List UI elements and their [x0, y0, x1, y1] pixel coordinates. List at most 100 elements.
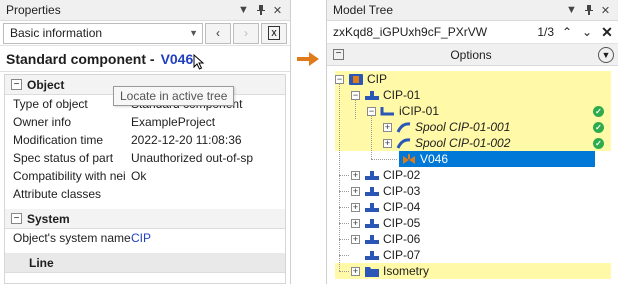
- tree-search-bar: zxKqd8_iGPUxh9cF_PXrVW 1/3 ⌃ ⌄ ✕: [327, 21, 618, 44]
- property-row[interactable]: Spec status of part Unauthorized out-of-…: [5, 149, 285, 167]
- pin-icon[interactable]: [580, 2, 597, 19]
- tree-node-label: CIP: [367, 72, 388, 86]
- options-bar[interactable]: − Options ▼: [327, 44, 618, 66]
- tree-node-spool-002[interactable]: + Spool CIP-01-002: [383, 135, 510, 151]
- tree-node-label: Spool CIP-01-001: [415, 120, 511, 134]
- system-link[interactable]: CIP: [131, 231, 285, 245]
- chevron-right-icon: ›: [244, 26, 248, 40]
- property-key: Attribute classes: [13, 187, 102, 201]
- property-value: Unauthorized out-of-sp: [131, 151, 254, 165]
- property-row[interactable]: Modification time 2022-12-20 11:08:36: [5, 131, 285, 149]
- tree-node-label: CIP-01: [383, 88, 421, 102]
- search-input[interactable]: zxKqd8_iGPUxh9cF_PXrVW: [333, 25, 531, 39]
- info-selector-value: Basic information: [10, 26, 103, 40]
- close-icon[interactable]: ✕: [597, 2, 614, 19]
- tree-node-cip-07[interactable]: CIP-07: [364, 247, 420, 263]
- collapse-icon[interactable]: −: [335, 74, 344, 84]
- property-key: Modification time: [13, 133, 104, 147]
- tree-node-label: Spool CIP-01-002: [415, 136, 511, 150]
- tree-node-cip-04[interactable]: + CIP-04: [351, 199, 420, 215]
- property-key: Object's system name: [13, 231, 131, 245]
- collapse-icon[interactable]: −: [367, 106, 376, 116]
- mouse-cursor-icon: [193, 54, 205, 70]
- tree-node-label: CIP-07: [383, 248, 421, 262]
- pin-icon[interactable]: [252, 2, 269, 19]
- options-label: Options: [450, 47, 492, 62]
- tree-node-spool-001[interactable]: + Spool CIP-01-001: [383, 119, 510, 135]
- property-row[interactable]: Compatibility with nei Ok: [5, 167, 285, 185]
- info-selector[interactable]: Basic information ▼: [3, 22, 203, 44]
- property-value: Ok: [131, 169, 147, 183]
- tree-node-cip-02[interactable]: + CIP-02: [351, 167, 420, 183]
- tree-node-label: CIP-04: [383, 200, 421, 214]
- forward-button[interactable]: ›: [233, 22, 259, 44]
- section-line[interactable]: Line: [5, 253, 285, 273]
- excel-icon: X: [268, 26, 280, 40]
- tree-node-cip-01[interactable]: − CIP-01: [351, 87, 420, 103]
- tree-node-cip-05[interactable]: + CIP-05: [351, 215, 420, 231]
- model-tree-panel: Model Tree ▼ ✕ zxKqd8_iGPUxh9cF_PXrVW 1/…: [326, 0, 618, 284]
- spool-icon: [396, 137, 411, 149]
- tree-view: − CIP − CIP-01 − iCIP-01 ✓ + Spool CIP-0…: [335, 71, 611, 284]
- tree-node-label: V046: [420, 152, 449, 166]
- previous-match-icon[interactable]: ⌃: [560, 25, 574, 39]
- properties-titlebar: Properties ▼ ✕: [0, 0, 290, 21]
- tree-node-cip-03[interactable]: + CIP-03: [351, 183, 420, 199]
- tree-node-cip-06[interactable]: + CIP-06: [351, 231, 420, 247]
- export-excel-button[interactable]: X: [261, 22, 287, 44]
- collapse-options-icon[interactable]: −: [333, 49, 344, 60]
- pipeline-icon: [365, 186, 379, 196]
- section-system[interactable]: − System: [5, 209, 285, 229]
- property-key: Compatibility with nei: [13, 169, 126, 183]
- status-ok-icon: ✓: [593, 122, 604, 133]
- collapse-icon[interactable]: −: [351, 90, 360, 100]
- tree-node-cip[interactable]: − CIP: [335, 71, 387, 87]
- tree-node-isometry[interactable]: + Isometry: [351, 263, 429, 279]
- valve-icon: [403, 153, 415, 164]
- close-icon[interactable]: ✕: [269, 2, 286, 19]
- back-button[interactable]: ‹: [205, 22, 231, 44]
- expand-icon[interactable]: +: [351, 234, 360, 244]
- tree-node-label: iCIP-01: [399, 104, 440, 118]
- locate-link[interactable]: V046: [161, 51, 194, 67]
- system-icon: [349, 73, 363, 85]
- expand-icon[interactable]: +: [351, 218, 360, 228]
- pipeline-icon: [365, 250, 379, 260]
- chevron-down-icon: ▼: [189, 28, 198, 38]
- property-key: Owner info: [13, 115, 72, 129]
- tree-node-label: Isometry: [383, 264, 430, 278]
- section-title: System: [27, 211, 70, 226]
- chevron-down-circle-icon[interactable]: ▼: [598, 46, 614, 63]
- pipeline-icon: [365, 202, 379, 212]
- expand-icon[interactable]: +: [383, 138, 392, 148]
- pipeline-icon: [365, 234, 379, 244]
- spool-icon: [396, 121, 411, 133]
- property-row[interactable]: Object's system name CIP: [5, 229, 285, 247]
- dropdown-icon[interactable]: ▼: [563, 2, 580, 19]
- section-title: Object: [27, 77, 65, 92]
- expand-icon[interactable]: +: [351, 170, 360, 180]
- expand-icon[interactable]: +: [383, 122, 392, 132]
- object-header: Standard component - V046: [0, 46, 290, 72]
- match-counter: 1/3: [537, 25, 554, 39]
- clear-search-icon[interactable]: ✕: [600, 24, 614, 41]
- tree-node-v046[interactable]: V046: [401, 151, 448, 167]
- next-match-icon[interactable]: ⌄: [580, 25, 594, 39]
- property-value: 2022-12-20 11:08:36: [131, 133, 242, 147]
- section-title: Line: [29, 255, 54, 270]
- property-row[interactable]: Attribute classes: [5, 185, 285, 203]
- collapse-icon[interactable]: −: [11, 213, 22, 224]
- expand-icon[interactable]: +: [351, 186, 360, 196]
- pipeline-icon: [365, 218, 379, 228]
- pipeline-icon: [365, 90, 379, 100]
- tree-node-label: CIP-03: [383, 184, 421, 198]
- collapse-icon[interactable]: −: [11, 79, 22, 90]
- object-type-label: Standard component -: [6, 50, 155, 67]
- expand-icon[interactable]: +: [351, 266, 360, 276]
- tooltip-text: Locate in active tree: [120, 89, 228, 103]
- expand-icon[interactable]: +: [351, 202, 360, 212]
- property-row[interactable]: Owner info ExampleProject: [5, 113, 285, 131]
- dropdown-icon[interactable]: ▼: [235, 2, 252, 19]
- properties-panel: Properties ▼ ✕ Basic information ▼ ‹ › X…: [0, 0, 291, 284]
- tree-node-icip-01[interactable]: − iCIP-01: [367, 103, 439, 119]
